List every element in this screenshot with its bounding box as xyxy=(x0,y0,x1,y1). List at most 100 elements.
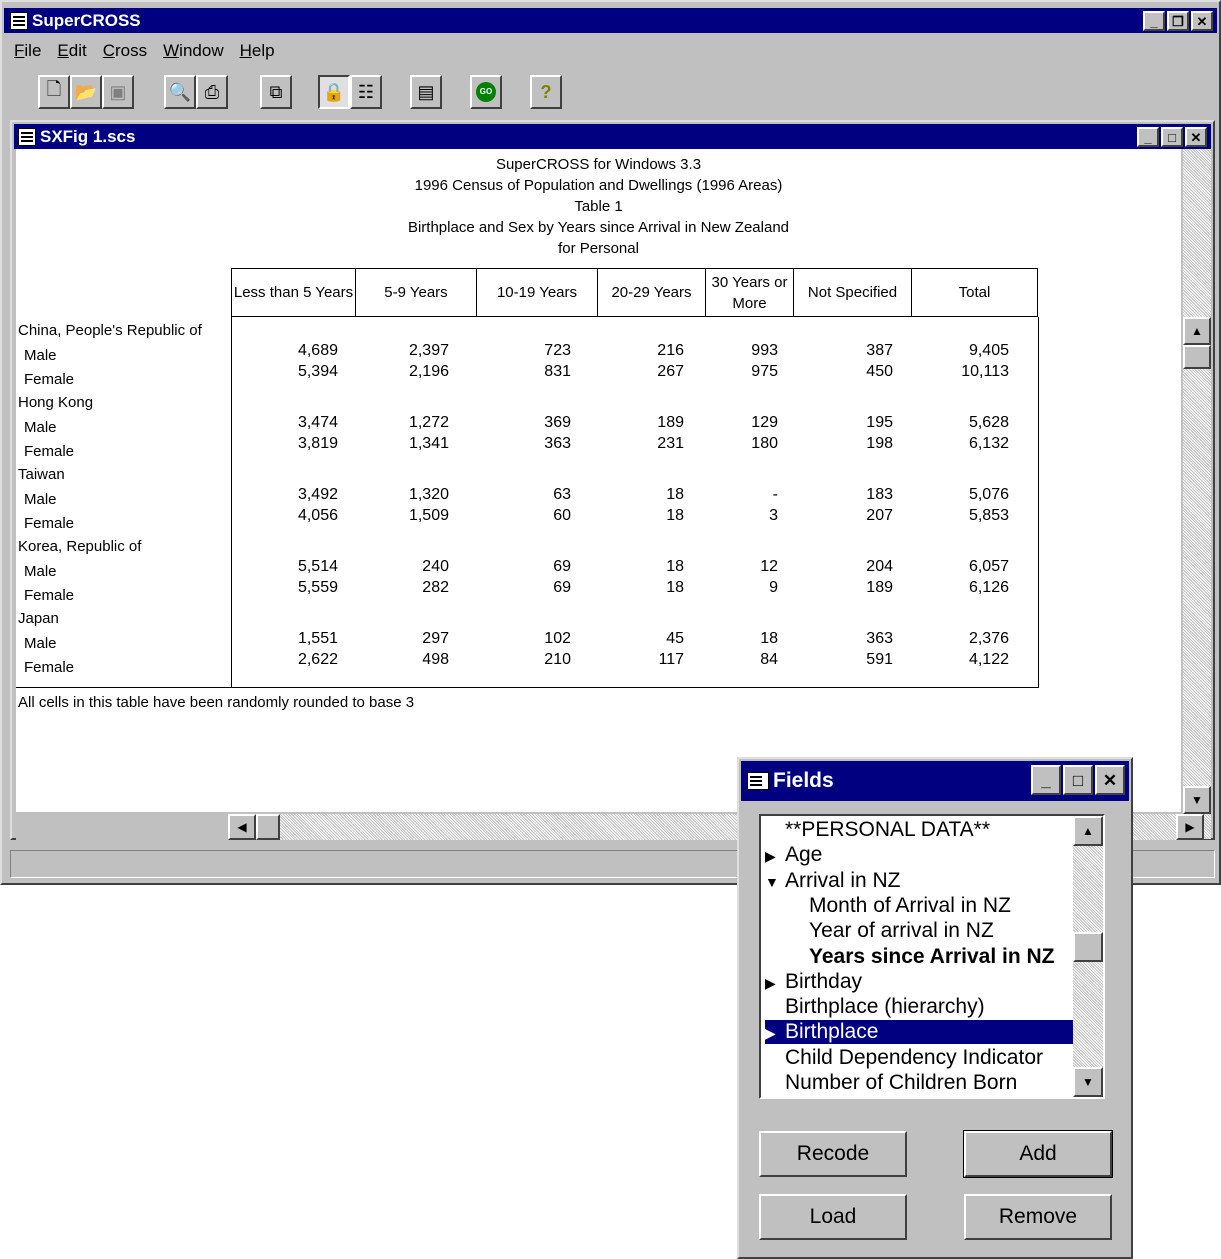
row-group-label[interactable]: Taiwan xyxy=(18,466,65,483)
table-cell[interactable]: 3,819 xyxy=(238,435,338,453)
print-preview-icon[interactable]: 🔍 xyxy=(164,75,196,109)
field-item[interactable]: Year of arrival in NZ xyxy=(809,919,994,943)
table-cell[interactable]: 84 xyxy=(678,651,778,669)
copy-icon[interactable]: ⧉ xyxy=(260,75,292,109)
field-item[interactable]: ▶ Age xyxy=(765,843,822,867)
table-cell[interactable]: 18 xyxy=(584,507,684,525)
table-cell[interactable]: 267 xyxy=(584,363,684,381)
scroll-left-button[interactable]: ◀ xyxy=(228,814,256,840)
row-group-label[interactable]: Hong Kong xyxy=(18,394,93,411)
layout-icon[interactable]: ☷ xyxy=(350,75,382,109)
table-cell[interactable]: 5,076 xyxy=(909,486,1009,504)
fields-scrollbar[interactable]: ▲ ▼ xyxy=(1073,816,1103,1097)
vertical-scrollbar[interactable]: ▲ ▼ xyxy=(1183,149,1211,839)
menu-help[interactable]: Help xyxy=(240,41,275,61)
go-icon[interactable]: GO xyxy=(470,75,502,109)
column-header[interactable]: 5-9 Years xyxy=(356,269,477,316)
table-cell[interactable]: 189 xyxy=(793,579,893,597)
fields-titlebar[interactable]: Fields _ □ ✕ xyxy=(741,761,1129,801)
table-cell[interactable]: 3,474 xyxy=(238,414,338,432)
table-cell[interactable]: 1,272 xyxy=(349,414,449,432)
column-header[interactable]: Less than 5 Years xyxy=(232,269,356,316)
table-cell[interactable]: 117 xyxy=(584,651,684,669)
column-header[interactable]: 30 Years or More xyxy=(706,269,794,316)
table-cell[interactable]: 231 xyxy=(584,435,684,453)
field-item[interactable]: Child Dependency Indicator xyxy=(765,1046,1043,1070)
scroll-thumb[interactable] xyxy=(1183,345,1211,369)
table-cell[interactable]: 3,492 xyxy=(238,486,338,504)
row-label[interactable]: Male xyxy=(24,419,57,436)
recode-button[interactable]: Recode xyxy=(759,1131,907,1177)
table-cell[interactable]: 6,132 xyxy=(909,435,1009,453)
column-header[interactable]: Total xyxy=(912,269,1037,316)
document-titlebar[interactable]: SXFig 1.scs _ □ ✕ xyxy=(14,124,1211,149)
field-item[interactable]: Number of Children Born xyxy=(765,1071,1017,1095)
fields-icon[interactable] xyxy=(747,772,769,790)
help-icon[interactable]: ? xyxy=(530,75,562,109)
new-icon[interactable]: 🗋 xyxy=(38,75,70,109)
save-icon[interactable]: ▣ xyxy=(102,75,134,109)
close-button[interactable]: ✕ xyxy=(1191,11,1213,31)
collapse-arrow-icon[interactable]: ▼ xyxy=(765,874,785,890)
add-button[interactable]: Add xyxy=(963,1130,1113,1178)
table-cell[interactable]: 18 xyxy=(584,486,684,504)
table-cell[interactable]: 993 xyxy=(678,342,778,360)
row-group-label[interactable]: China, People's Republic of xyxy=(18,322,202,339)
table-cell[interactable]: 975 xyxy=(678,363,778,381)
row-label[interactable]: Female xyxy=(24,371,74,388)
row-group-label[interactable]: Japan xyxy=(18,610,59,627)
fields-close-button[interactable]: ✕ xyxy=(1095,765,1125,795)
row-label[interactable]: Male xyxy=(24,635,57,652)
scroll-right-button[interactable]: ▶ xyxy=(1176,814,1204,840)
table-cell[interactable]: 591 xyxy=(793,651,893,669)
table-cell[interactable]: 204 xyxy=(793,558,893,576)
table-cell[interactable]: 450 xyxy=(793,363,893,381)
restore-button[interactable]: ❐ xyxy=(1167,11,1189,31)
table-cell[interactable]: 282 xyxy=(349,579,449,597)
table-cell[interactable]: 4,689 xyxy=(238,342,338,360)
table-cell[interactable]: 2,196 xyxy=(349,363,449,381)
table-cell[interactable]: 12 xyxy=(678,558,778,576)
add-field-icon[interactable]: ▤ xyxy=(410,75,442,109)
field-item[interactable]: ▶ Birthday xyxy=(765,970,862,994)
table-cell[interactable]: 1,341 xyxy=(349,435,449,453)
table-cell[interactable]: 831 xyxy=(471,363,571,381)
table-cell[interactable]: 363 xyxy=(793,630,893,648)
menu-edit[interactable]: Edit xyxy=(57,41,86,61)
table-cell[interactable]: 2,397 xyxy=(349,342,449,360)
table-cell[interactable]: 189 xyxy=(584,414,684,432)
remove-button[interactable]: Remove xyxy=(964,1194,1112,1240)
row-label[interactable]: Female xyxy=(24,515,74,532)
row-label[interactable]: Male xyxy=(24,347,57,364)
table-cell[interactable]: 3 xyxy=(678,507,778,525)
load-button[interactable]: Load xyxy=(759,1194,907,1240)
table-cell[interactable]: 195 xyxy=(793,414,893,432)
fields-maximize-button[interactable]: □ xyxy=(1063,765,1093,795)
field-item[interactable]: Month of Arrival in NZ xyxy=(809,894,1011,918)
table-cell[interactable]: 6,126 xyxy=(909,579,1009,597)
table-cell[interactable]: 9 xyxy=(678,579,778,597)
table-cell[interactable]: 18 xyxy=(584,579,684,597)
expand-arrow-icon[interactable]: ▶ xyxy=(765,1025,785,1042)
open-icon[interactable]: 📂 xyxy=(70,75,102,109)
table-cell[interactable]: 183 xyxy=(793,486,893,504)
table-cell[interactable]: 5,853 xyxy=(909,507,1009,525)
fields-list[interactable]: **PERSONAL DATA** ▶ Age ▼ Arrival in NZ Month… xyxy=(759,814,1105,1099)
table-cell[interactable]: 9,405 xyxy=(909,342,1009,360)
scroll-up-button[interactable]: ▲ xyxy=(1183,317,1211,345)
table-cell[interactable]: 45 xyxy=(584,630,684,648)
fields-scroll-up-button[interactable]: ▲ xyxy=(1073,816,1103,846)
document-icon[interactable] xyxy=(18,127,36,146)
table-cell[interactable]: 297 xyxy=(349,630,449,648)
field-item[interactable]: ▼ Arrival in NZ xyxy=(765,869,901,893)
scroll-down-button[interactable]: ▼ xyxy=(1183,786,1211,814)
doc-minimize-button[interactable]: _ xyxy=(1137,127,1159,147)
table-cell[interactable]: 1,551 xyxy=(238,630,338,648)
table-cell[interactable]: 2,376 xyxy=(909,630,1009,648)
row-label[interactable]: Female xyxy=(24,659,74,676)
hscroll-thumb[interactable] xyxy=(256,814,280,840)
field-item[interactable]: Years since Arrival in NZ xyxy=(809,945,1055,969)
expand-arrow-icon[interactable]: ▶ xyxy=(765,848,785,865)
menu-file[interactable]: File xyxy=(14,41,41,61)
table-cell[interactable]: 2,622 xyxy=(238,651,338,669)
